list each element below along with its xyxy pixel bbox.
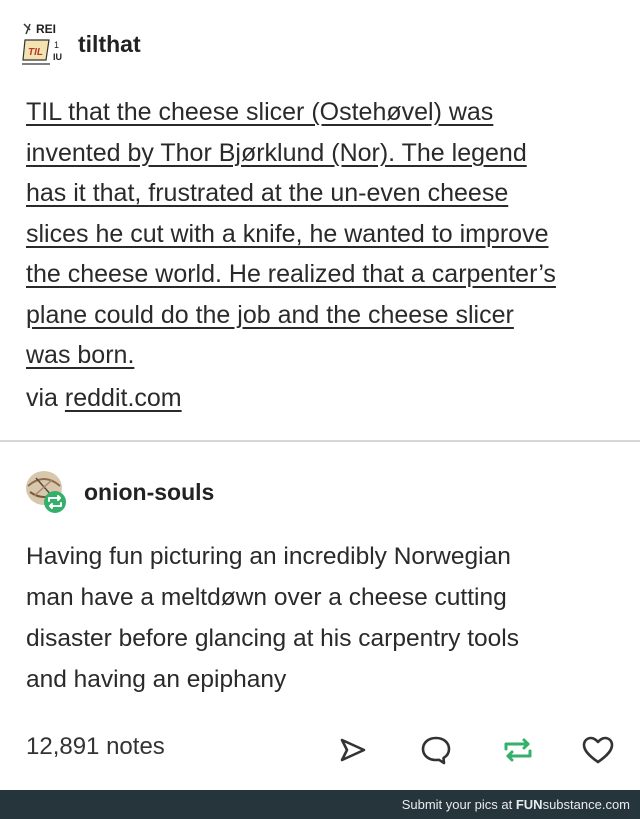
share-icon[interactable] (334, 732, 370, 768)
avatar[interactable]: REI TIL 1 IU (20, 20, 68, 68)
post-header-reblog: onion-souls (22, 466, 214, 518)
body-line[interactable]: was born. (26, 341, 134, 369)
post-body-reblog: Having fun picturing an incredibly Norwe… (26, 536, 626, 700)
body-line: disaster before glancing at his carpentr… (26, 625, 519, 652)
via-prefix: via (26, 384, 65, 412)
body-line[interactable]: the cheese world. He realized that a car… (26, 260, 556, 288)
watermark-bar: Submit your pics at FUNsubstance.com (0, 790, 640, 819)
post-body-original: TIL that the cheese slicer (Ostehøvel) w… (26, 92, 626, 376)
watermark-brand-rest: substance (542, 797, 602, 812)
body-line: Having fun picturing an incredibly Norwe… (26, 543, 511, 570)
source-line: via reddit.com (26, 384, 182, 413)
body-line[interactable]: slices he cut with a knife, he wanted to… (26, 220, 549, 248)
avatar[interactable] (22, 466, 74, 518)
divider (0, 440, 640, 442)
body-line: man have a meltdøwn over a cheese cuttin… (26, 584, 507, 611)
watermark-text[interactable]: Submit your pics at FUNsubstance.com (402, 797, 630, 812)
watermark-brand-bold: FUN (515, 797, 543, 812)
avatar-mark-side: 1 (54, 40, 59, 50)
body-line[interactable]: has it that, frustrated at the un-even c… (26, 179, 508, 207)
body-line[interactable]: invented by Thor Bjørklund (Nor). The le… (26, 139, 527, 167)
reply-icon[interactable] (418, 732, 454, 768)
like-icon[interactable] (580, 732, 616, 768)
watermark-suffix: .com (601, 797, 630, 812)
post-actions (0, 732, 640, 772)
body-line[interactable]: plane could do the job and the cheese sl… (26, 301, 514, 329)
source-link[interactable]: reddit.com (65, 384, 182, 412)
username-original[interactable]: tilthat (78, 31, 141, 58)
watermark-prefix: Submit your pics at (401, 797, 516, 812)
avatar-mark-top: REI (36, 22, 56, 36)
body-line[interactable]: TIL that the cheese slicer (Ostehøvel) w… (26, 98, 493, 126)
avatar-mark-mid: TIL (28, 47, 43, 58)
reblog-icon[interactable] (500, 732, 536, 768)
avatar-mark-bottom: IU (53, 52, 62, 62)
post-header-original: REI TIL 1 IU tilthat (20, 20, 141, 68)
username-reblog[interactable]: onion-souls (84, 479, 214, 506)
body-line: and having an epiphany (26, 666, 287, 693)
